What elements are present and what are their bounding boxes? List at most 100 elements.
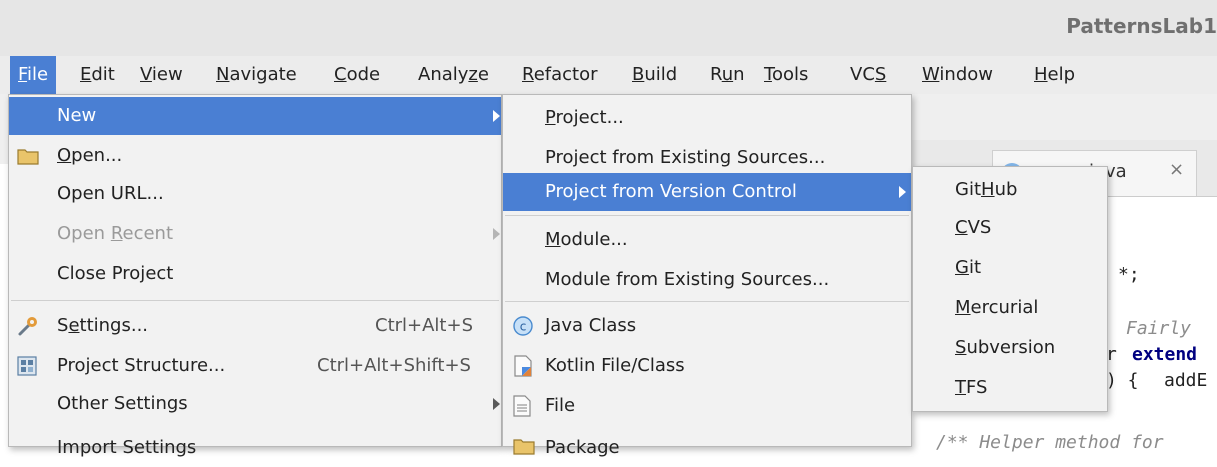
menu-item-package[interactable]: Package	[503, 429, 911, 467]
menu-item-label: Project Structure...	[57, 355, 226, 376]
menu-item-settings[interactable]: Settings... Ctrl+Alt+S	[9, 307, 501, 345]
close-icon[interactable]: ×	[1169, 159, 1184, 180]
menu-item-subversion[interactable]: Subversion	[913, 329, 1107, 367]
mnemonic: W	[922, 64, 940, 85]
menu-item-project-from-existing-sources[interactable]: Project from Existing Sources...	[503, 139, 911, 177]
mnemonic: u	[721, 64, 734, 85]
menu-item-file[interactable]: File	[503, 387, 911, 425]
mnemonic: M	[545, 229, 561, 250]
menu-item-project[interactable]: Project...	[503, 99, 911, 137]
menu-refactor[interactable]: Refactor	[514, 56, 606, 94]
menu-separator	[11, 300, 499, 301]
menu-item-label: Subversion	[955, 329, 1055, 367]
menu-item-mercurial[interactable]: Mercurial	[913, 289, 1107, 327]
menu-label: avigate	[229, 64, 297, 85]
mnemonic: z	[468, 64, 478, 85]
menu-label: n	[733, 64, 745, 85]
menu-item-open[interactable]: Open...	[9, 137, 501, 175]
menu-item-text: S	[57, 315, 69, 336]
menu-item-text: VS	[967, 217, 992, 238]
mnemonic: T	[955, 377, 966, 398]
menu-item-label: Other Settings	[57, 393, 188, 414]
mnemonic: O	[57, 145, 72, 166]
menu-label: ile	[27, 64, 49, 85]
menu-analyze[interactable]: Analyze	[410, 56, 497, 94]
menu-label: indow	[939, 64, 993, 85]
version-control-submenu: GitHub CVS Git Mercurial Subversion TFS	[912, 166, 1108, 412]
menu-item-text: Git	[955, 179, 982, 200]
menu-item-text: odule...	[560, 229, 628, 250]
menu-label: ools	[771, 64, 809, 85]
menu-item-github[interactable]: GitHub	[913, 171, 1107, 209]
menu-item-label: Import Settings	[57, 437, 197, 458]
submenu-arrow-icon	[493, 228, 500, 240]
mnemonic: E	[80, 64, 92, 85]
code-comment-helper: /** Helper method for	[936, 432, 1164, 453]
menu-window[interactable]: Window	[914, 56, 1001, 94]
mnemonic: C	[955, 217, 968, 238]
menu-item-text: ttings...	[79, 315, 149, 336]
menu-item-label: Project from Version Control	[545, 181, 797, 202]
menu-item-java-class[interactable]: c Java Class	[503, 307, 911, 345]
menu-view[interactable]: View	[132, 56, 191, 94]
menu-item-project-from-version-control[interactable]: Project from Version Control	[503, 173, 911, 211]
menu-bar: File Edit View Navigate Code Analyze Ref…	[0, 56, 1217, 94]
mnemonic: P	[545, 107, 556, 128]
menu-item-close-project[interactable]: Close Project	[9, 255, 501, 293]
menu-label: Analy	[418, 64, 469, 85]
menu-item-kotlin-file[interactable]: Kotlin File/Class	[503, 347, 911, 385]
menu-run[interactable]: Run	[702, 56, 753, 94]
menu-item-label: Project...	[545, 99, 624, 137]
menu-item-cvs[interactable]: CVS	[913, 209, 1107, 247]
menu-item-label: Open Recent	[57, 215, 173, 253]
menu-item-text: roject...	[555, 107, 624, 128]
menu-item-module[interactable]: Module...	[503, 221, 911, 259]
menu-code[interactable]: Code	[326, 56, 388, 94]
menu-item-open-recent: Open Recent	[9, 215, 501, 253]
menu-file[interactable]: File	[10, 56, 57, 94]
mnemonic: T	[764, 64, 772, 85]
menu-item-open-url[interactable]: Open URL...	[9, 175, 501, 213]
menu-label: uild	[644, 64, 678, 85]
mnemonic: M	[955, 297, 971, 318]
menu-item-other-settings[interactable]: Other Settings	[9, 385, 501, 423]
submenu-arrow-icon	[493, 398, 500, 410]
menu-item-project-structure[interactable]: Project Structure... Ctrl+Alt+Shift+S	[9, 347, 501, 385]
menu-item-tfs[interactable]: TFS	[913, 369, 1107, 407]
new-submenu: Project... Project from Existing Sources…	[502, 94, 912, 458]
menu-item-import-settings[interactable]: Import Settings	[9, 429, 501, 467]
mnemonic: C	[334, 64, 347, 85]
menu-item-label: CVS	[955, 209, 991, 247]
menu-item-label: Mercurial	[955, 289, 1038, 327]
menu-item-module-from-existing-sources[interactable]: Module from Existing Sources...	[503, 261, 911, 299]
submenu-arrow-icon	[899, 186, 906, 198]
menu-item-git[interactable]: Git	[913, 249, 1107, 287]
mnemonic: e	[68, 315, 80, 336]
menu-item-label: Open URL...	[57, 183, 164, 204]
menu-edit[interactable]: Edit	[72, 56, 123, 94]
menu-navigate[interactable]: Navigate	[208, 56, 305, 94]
menu-item-new[interactable]: New	[9, 97, 501, 135]
menu-item-text: ecent	[122, 223, 174, 244]
menu-item-label: Project from Existing Sources...	[545, 147, 826, 168]
menu-vcs[interactable]: VCS	[842, 56, 894, 94]
mnemonic: F	[18, 64, 28, 85]
menu-label: iew	[151, 64, 183, 85]
mnemonic: R	[110, 223, 123, 244]
package-icon	[513, 439, 535, 455]
menu-item-text: ubversion	[966, 337, 1056, 358]
menu-build[interactable]: Build	[624, 56, 685, 94]
menu-item-text: it	[968, 257, 982, 278]
menu-label: efactor	[533, 64, 598, 85]
menu-item-label: File	[545, 395, 576, 416]
file-icon	[513, 395, 531, 417]
menu-item-label: Close Project	[57, 263, 174, 284]
menu-label: e	[477, 64, 489, 85]
window-title: PatternsLab1	[1066, 14, 1217, 38]
menu-item-label: Git	[955, 249, 981, 287]
menu-tools[interactable]: Tools	[756, 56, 816, 94]
submenu-arrow-icon	[493, 110, 500, 122]
menu-help[interactable]: Help	[1026, 56, 1083, 94]
menu-item-label: Java Class	[545, 315, 637, 336]
menu-label: elp	[1047, 64, 1076, 85]
